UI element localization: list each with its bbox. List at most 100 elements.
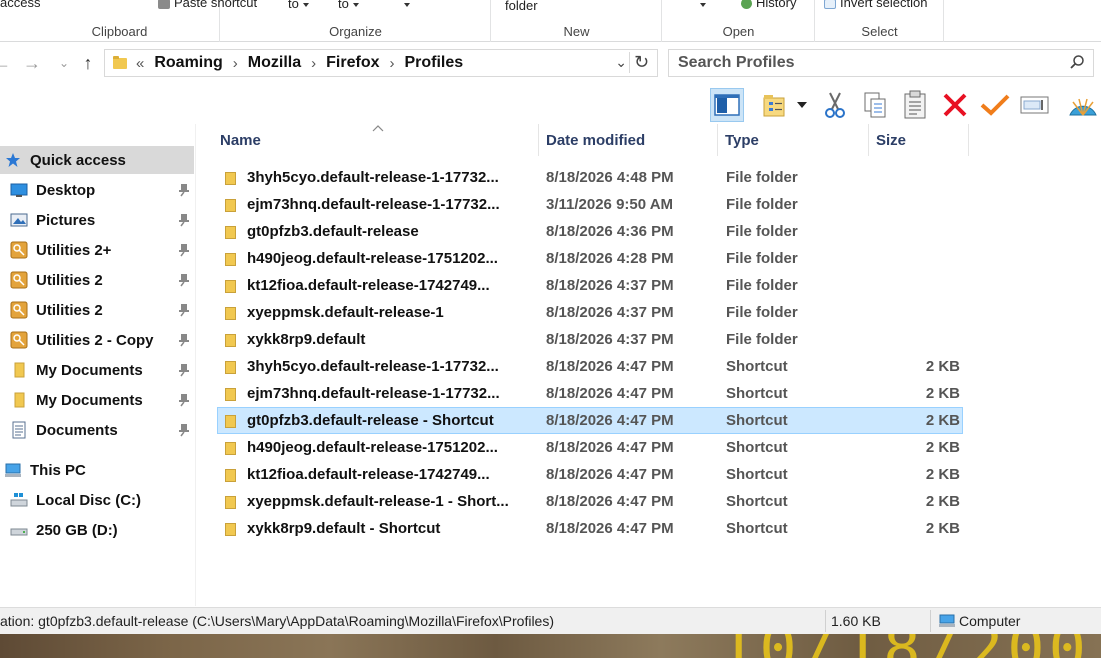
column-header-size[interactable]: Size bbox=[870, 124, 969, 156]
new-folder-button[interactable]: folder bbox=[505, 0, 538, 13]
file-row[interactable]: xykk8rp9.default 8/18/2026 4:37 PM File fo… bbox=[217, 326, 963, 353]
view-options-icon bbox=[763, 95, 785, 117]
column-header-name[interactable]: Name bbox=[214, 124, 539, 156]
forward-button[interactable]: → bbox=[22, 52, 42, 74]
address-bar[interactable]: « Roaming › Mozilla › Firefox › Profiles… bbox=[104, 49, 658, 77]
folder-icon bbox=[225, 253, 236, 266]
pin-icon[interactable] bbox=[178, 213, 190, 227]
pin-icon[interactable] bbox=[178, 243, 190, 257]
pin-icon[interactable] bbox=[178, 303, 190, 317]
pin-icon[interactable] bbox=[178, 423, 190, 437]
breadcrumb-roaming[interactable]: Roaming bbox=[154, 54, 222, 72]
nav-my-documents-second[interactable]: My Documents bbox=[0, 386, 194, 414]
nav-utilities-2-second[interactable]: Utilities 2 bbox=[0, 296, 194, 324]
column-header-type[interactable]: Type bbox=[719, 124, 869, 156]
file-type: File folder bbox=[726, 223, 798, 240]
ribbon-group-organize: to to Organize bbox=[221, 0, 491, 42]
file-name: kt12fioa.default-release-1742749... bbox=[247, 277, 490, 294]
folder-icon bbox=[225, 361, 236, 374]
file-row[interactable]: xykk8rp9.default - Shortcut 8/18/2026 4:4… bbox=[217, 515, 963, 542]
breadcrumb-firefox[interactable]: Firefox bbox=[326, 54, 379, 72]
recent-locations-button[interactable]: ⌄ bbox=[54, 52, 74, 74]
file-date-modified: 8/18/2026 4:47 PM bbox=[546, 412, 674, 429]
file-row[interactable]: 3hyh5cyo.default-release-1-17732... 8/18/… bbox=[217, 164, 963, 191]
file-size: 2 KB bbox=[925, 412, 960, 429]
nav-this-pc[interactable]: This PC bbox=[0, 456, 194, 484]
pin-icon[interactable] bbox=[178, 183, 190, 197]
delete-button[interactable] bbox=[938, 88, 972, 122]
shell-button[interactable] bbox=[1066, 88, 1100, 122]
nav-utilities-2[interactable]: Utilities 2 bbox=[0, 266, 194, 294]
nav-drive-d[interactable]: 250 GB (D:) bbox=[0, 516, 194, 544]
invert-selection-button[interactable]: Invert selection bbox=[824, 0, 927, 10]
nav-quick-access[interactable]: Quick access bbox=[0, 146, 194, 174]
rename-dropdown[interactable] bbox=[400, 0, 410, 11]
key-icon bbox=[10, 241, 28, 259]
nav-local-disc-c[interactable]: Local Disc (C:) bbox=[0, 486, 194, 514]
file-name: xyeppmsk.default-release-1 bbox=[247, 304, 444, 321]
search-icon[interactable] bbox=[1069, 54, 1085, 70]
file-row[interactable]: h490jeog.default-release-1751202... 8/18/… bbox=[217, 245, 963, 272]
move-to-button[interactable]: to bbox=[288, 0, 309, 11]
quick-toolbar bbox=[700, 86, 1101, 124]
refresh-icon[interactable]: ↻ bbox=[629, 52, 653, 73]
folder-icon bbox=[10, 362, 28, 378]
history-button[interactable]: History bbox=[741, 0, 796, 10]
file-row[interactable]: ejm73hnq.default-release-1-17732... 8/18/… bbox=[217, 380, 963, 407]
pin-icon[interactable] bbox=[178, 393, 190, 407]
folder-icon bbox=[225, 226, 236, 239]
file-row[interactable]: xyeppmsk.default-release-1 - Short... 8/1… bbox=[217, 488, 963, 515]
status-bar: ation: gt0pfzb3.default-release (C:\User… bbox=[0, 607, 1101, 634]
chevron-down-icon bbox=[797, 102, 807, 108]
view-options-button[interactable] bbox=[758, 88, 810, 122]
copy-icon bbox=[864, 92, 886, 118]
breadcrumb-separator-icon[interactable]: › bbox=[311, 55, 316, 72]
file-row[interactable]: h490jeog.default-release-1751202... 8/18/… bbox=[217, 434, 963, 461]
delete-icon bbox=[943, 93, 967, 117]
breadcrumb-separator-icon[interactable]: › bbox=[233, 55, 238, 72]
status-size: 1.60 KB bbox=[831, 613, 881, 629]
invert-selection-icon bbox=[824, 0, 836, 9]
back-button[interactable]: ← bbox=[0, 52, 12, 74]
pin-icon[interactable] bbox=[178, 273, 190, 287]
rename-icon bbox=[1020, 96, 1049, 114]
properties-button[interactable] bbox=[978, 88, 1012, 122]
nav-documents[interactable]: Documents bbox=[0, 416, 194, 444]
documents-icon bbox=[10, 421, 28, 439]
breadcrumb-overflow[interactable]: « bbox=[136, 55, 144, 72]
nav-item-label: My Documents bbox=[36, 391, 143, 409]
nav-desktop[interactable]: Desktop bbox=[0, 176, 194, 204]
file-row[interactable]: 3hyh5cyo.default-release-1-17732... 8/18/… bbox=[217, 353, 963, 380]
clipboard-icon bbox=[904, 90, 926, 119]
nav-my-documents[interactable]: My Documents bbox=[0, 356, 194, 384]
paste-button[interactable] bbox=[898, 88, 932, 122]
file-row[interactable]: xyeppmsk.default-release-1 8/18/2026 4:37… bbox=[217, 299, 963, 326]
file-size bbox=[876, 192, 960, 217]
breadcrumb-mozilla[interactable]: Mozilla bbox=[248, 54, 301, 72]
file-row[interactable]: ejm73hnq.default-release-1-17732... 3/11/… bbox=[217, 191, 963, 218]
rename-button[interactable] bbox=[1018, 88, 1052, 122]
file-row[interactable]: kt12fioa.default-release-1742749... 8/18/… bbox=[217, 272, 963, 299]
preview-pane-button[interactable] bbox=[710, 88, 744, 122]
nav-utilities-2-copy[interactable]: Utilities 2 - Copy bbox=[0, 326, 194, 354]
nav-pictures[interactable]: Pictures bbox=[0, 206, 194, 234]
column-header-date-modified[interactable]: Date modified bbox=[540, 124, 718, 156]
search-input[interactable] bbox=[669, 50, 1059, 76]
pin-icon[interactable] bbox=[178, 333, 190, 347]
open-dropdown[interactable] bbox=[696, 0, 706, 11]
copy-button[interactable] bbox=[858, 88, 892, 122]
file-date-modified: 8/18/2026 4:47 PM bbox=[546, 385, 674, 402]
breadcrumb-profiles[interactable]: Profiles bbox=[404, 54, 463, 72]
up-button[interactable]: ↑ bbox=[78, 52, 98, 74]
breadcrumb-separator-icon[interactable]: › bbox=[389, 55, 394, 72]
cut-button[interactable] bbox=[818, 88, 852, 122]
file-date-modified: 8/18/2026 4:47 PM bbox=[546, 466, 674, 483]
copy-to-button[interactable]: to bbox=[338, 0, 359, 11]
file-row[interactable]: gt0pfzb3.default-release 8/18/2026 4:36 P… bbox=[217, 218, 963, 245]
file-row[interactable]: gt0pfzb3.default-release - Shortcut 8/18/… bbox=[217, 407, 963, 434]
nav-utilities-2-plus[interactable]: Utilities 2+ bbox=[0, 236, 194, 264]
pin-icon[interactable] bbox=[178, 363, 190, 377]
file-row[interactable]: kt12fioa.default-release-1742749... 8/18/… bbox=[217, 461, 963, 488]
file-date-modified: 8/18/2026 4:48 PM bbox=[546, 169, 674, 186]
address-dropdown-icon[interactable]: ⌄ bbox=[615, 54, 627, 71]
